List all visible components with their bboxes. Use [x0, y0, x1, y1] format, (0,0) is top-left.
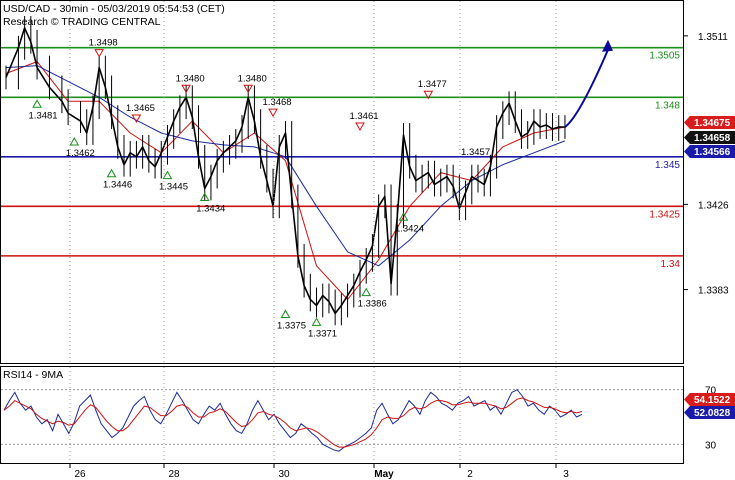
price-axis-label: 1.3383	[698, 286, 729, 297]
level-label: 1.348	[655, 100, 680, 111]
rsi-tag-label: 52.0828	[694, 408, 731, 419]
low-label: 1.3457	[461, 147, 490, 158]
x-axis-label: 26	[74, 469, 86, 480]
high-label: 1.3468	[263, 97, 292, 108]
x-axis-label: 28	[168, 469, 180, 480]
rsi-title: RSI14 - 9MA	[3, 369, 63, 381]
price-axis-label: 1.3511	[698, 32, 728, 43]
low-label: 1.3371	[308, 328, 337, 339]
chart-subtitle: Research © TRADING CENTRAL	[3, 16, 161, 28]
x-axis-label: 3	[563, 469, 569, 480]
level-label: 1.345	[655, 160, 680, 171]
level-label: 1.3505	[649, 51, 680, 62]
high-label: 1.3498	[89, 38, 118, 49]
price-tag-label: 1.34675	[694, 118, 731, 129]
low-label: 1.3386	[358, 299, 387, 310]
rsi-tag-label: 54.1522	[694, 395, 731, 406]
price-tag-label: 1.34658	[694, 133, 731, 144]
high-label: 1.3480	[238, 73, 267, 84]
x-axis-label: 2	[467, 469, 473, 480]
low-label: 1.3424	[395, 223, 424, 234]
low-label: 1.3445	[159, 182, 188, 193]
price-tag-label: 1.34566	[694, 147, 731, 158]
high-label: 1.3477	[418, 79, 447, 90]
low-label: 1.3481	[29, 110, 58, 121]
level-label: 1.3425	[649, 209, 680, 220]
price-axis-label: 1.3426	[698, 200, 729, 211]
chart: 1.3505 1.348 1.345 1.3425 1.34 1.3498 1.3480 1…	[0, 0, 735, 480]
low-label: 1.3434	[196, 203, 225, 214]
high-label: 1.3480	[176, 73, 205, 84]
level-label: 1.34	[661, 259, 681, 270]
high-label: 1.3461	[349, 111, 378, 122]
chart-title: USD/CAD - 30min - 05/03/2019 05:54:53 (C…	[3, 3, 225, 15]
low-label: 1.3446	[103, 180, 132, 191]
x-axis-label: May	[374, 469, 394, 480]
rsi-axis-label: 30	[705, 440, 717, 451]
high-label: 1.3465	[126, 103, 155, 114]
x-axis-label: 30	[278, 469, 290, 480]
low-label: 1.3375	[277, 320, 306, 331]
